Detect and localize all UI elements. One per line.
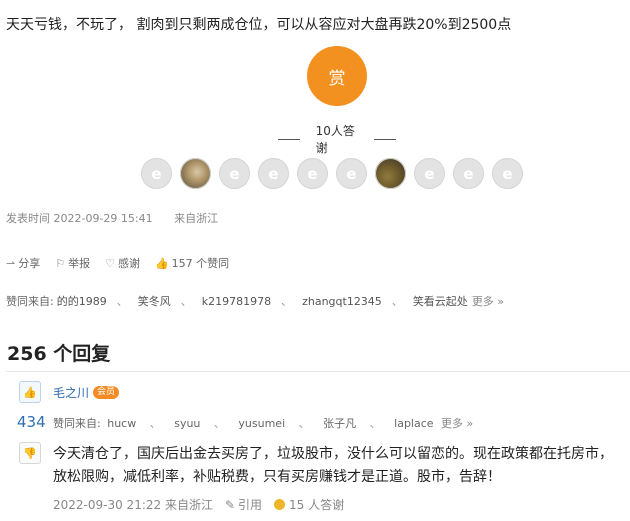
post-location: 来自浙江 — [174, 212, 219, 225]
quote-button[interactable]: 引用 — [238, 496, 262, 513]
support-user[interactable]: syuu — [174, 417, 200, 430]
coin-icon — [274, 499, 286, 510]
support-user[interactable]: 张子凡 — [323, 417, 356, 430]
thanks-avatars: e e e e e e e e — [141, 158, 523, 189]
support-user[interactable]: k219781978 — [202, 295, 271, 308]
thumbs-up-icon: 👍 — [154, 256, 169, 270]
divider-line-left — [278, 138, 300, 140]
thanks-button[interactable]: ♡ 感谢 — [105, 255, 140, 271]
reply-time: 2022-09-30 21:22 来自浙江 — [53, 498, 213, 512]
user-avatar[interactable]: e — [492, 158, 523, 189]
support-user[interactable]: zhangqt12345 — [302, 295, 382, 308]
user-avatar[interactable] — [375, 158, 406, 189]
thumbs-up-icon: 👍 — [23, 385, 37, 399]
share-label: 分享 — [18, 257, 41, 270]
reply-support-list: 赞同来自: hucw 、 syuu 、 yusumei 、 张子凡 、 lapl… — [53, 417, 474, 430]
thanks-label: 感谢 — [117, 257, 140, 270]
publish-time: 发表时间 2022-09-29 15:41 — [6, 212, 153, 225]
heart-icon: ♡ — [105, 256, 115, 270]
user-avatar[interactable]: e — [258, 158, 289, 189]
thanks-count[interactable]: 10人答谢 — [316, 122, 359, 156]
reply-meta: 2022-09-30 21:22 来自浙江 ✎ 引用 15 人答谢 — [53, 496, 344, 513]
user-avatar[interactable]: e — [414, 158, 445, 189]
support-user[interactable]: yusumei — [238, 417, 285, 430]
like-count: 157 个赞同 — [171, 257, 230, 270]
support-more-link[interactable]: 更多 » — [441, 417, 473, 430]
flag-icon: ⚐ — [55, 256, 66, 270]
support-user[interactable]: hucw — [107, 417, 136, 430]
support-user[interactable]: 笑看云起处 — [413, 293, 468, 309]
share-button[interactable]: ⇀ 分享 — [6, 255, 40, 271]
upvote-button[interactable]: 👍 — [19, 381, 41, 403]
replies-title: 256 个回复 — [7, 343, 111, 365]
post-meta: 发表时间 2022-09-29 15:41 来自浙江 — [6, 210, 236, 226]
share-icon: ⇀ — [6, 256, 16, 270]
post-actions: ⇀ 分享 ⚐ 举报 ♡ 感谢 👍 157 个赞同 — [6, 255, 244, 271]
reply-author: 毛之川 会员 — [53, 384, 120, 401]
user-avatar[interactable]: e — [141, 158, 172, 189]
reply-thanks[interactable]: 15 人答谢 — [289, 496, 344, 513]
support-user[interactable]: 笑冬风 — [138, 293, 171, 309]
thanks-count-row: 10人答谢 — [262, 122, 412, 156]
support-user[interactable]: laplace — [394, 417, 433, 430]
downvote-button[interactable]: 👎 — [19, 442, 41, 464]
support-user[interactable]: 的的1989 — [57, 293, 107, 309]
user-avatar[interactable]: e — [219, 158, 250, 189]
username-link[interactable]: 毛之川 — [53, 384, 89, 401]
report-label: 举报 — [68, 257, 91, 270]
support-label: 赞同来自: — [53, 417, 101, 430]
support-list: 赞同来自: 的的1989 、 笑冬风 、 k219781978 、 zhangq… — [6, 293, 505, 309]
quote-icon: ✎ — [224, 497, 236, 512]
user-avatar[interactable] — [180, 158, 211, 189]
user-avatar[interactable]: e — [336, 158, 367, 189]
reply-text: 今天清仓了，国庆后出金去买房了，垃圾股市，没什么可以留恋的。现在政策都在托房市，… — [53, 446, 613, 485]
thumbs-down-icon: 👎 — [23, 446, 37, 460]
like-button[interactable]: 👍 157 个赞同 — [155, 255, 229, 271]
post-text: 天天亏钱，不玩了， 割肉到只剩两成仓位，可以从容应对大盘再跌20%到2500点 — [6, 17, 512, 33]
member-badge: 会员 — [93, 386, 120, 399]
report-button[interactable]: ⚐ 举报 — [55, 255, 90, 271]
support-more-link[interactable]: 更多 » — [472, 293, 504, 309]
reward-button[interactable]: 赏 — [307, 46, 367, 106]
divider-line-right — [374, 138, 397, 140]
vote-count: 434 — [17, 413, 46, 431]
user-avatar[interactable]: e — [453, 158, 484, 189]
support-label: 赞同来自: — [6, 295, 54, 308]
user-avatar[interactable]: e — [297, 158, 328, 189]
divider — [6, 371, 630, 372]
